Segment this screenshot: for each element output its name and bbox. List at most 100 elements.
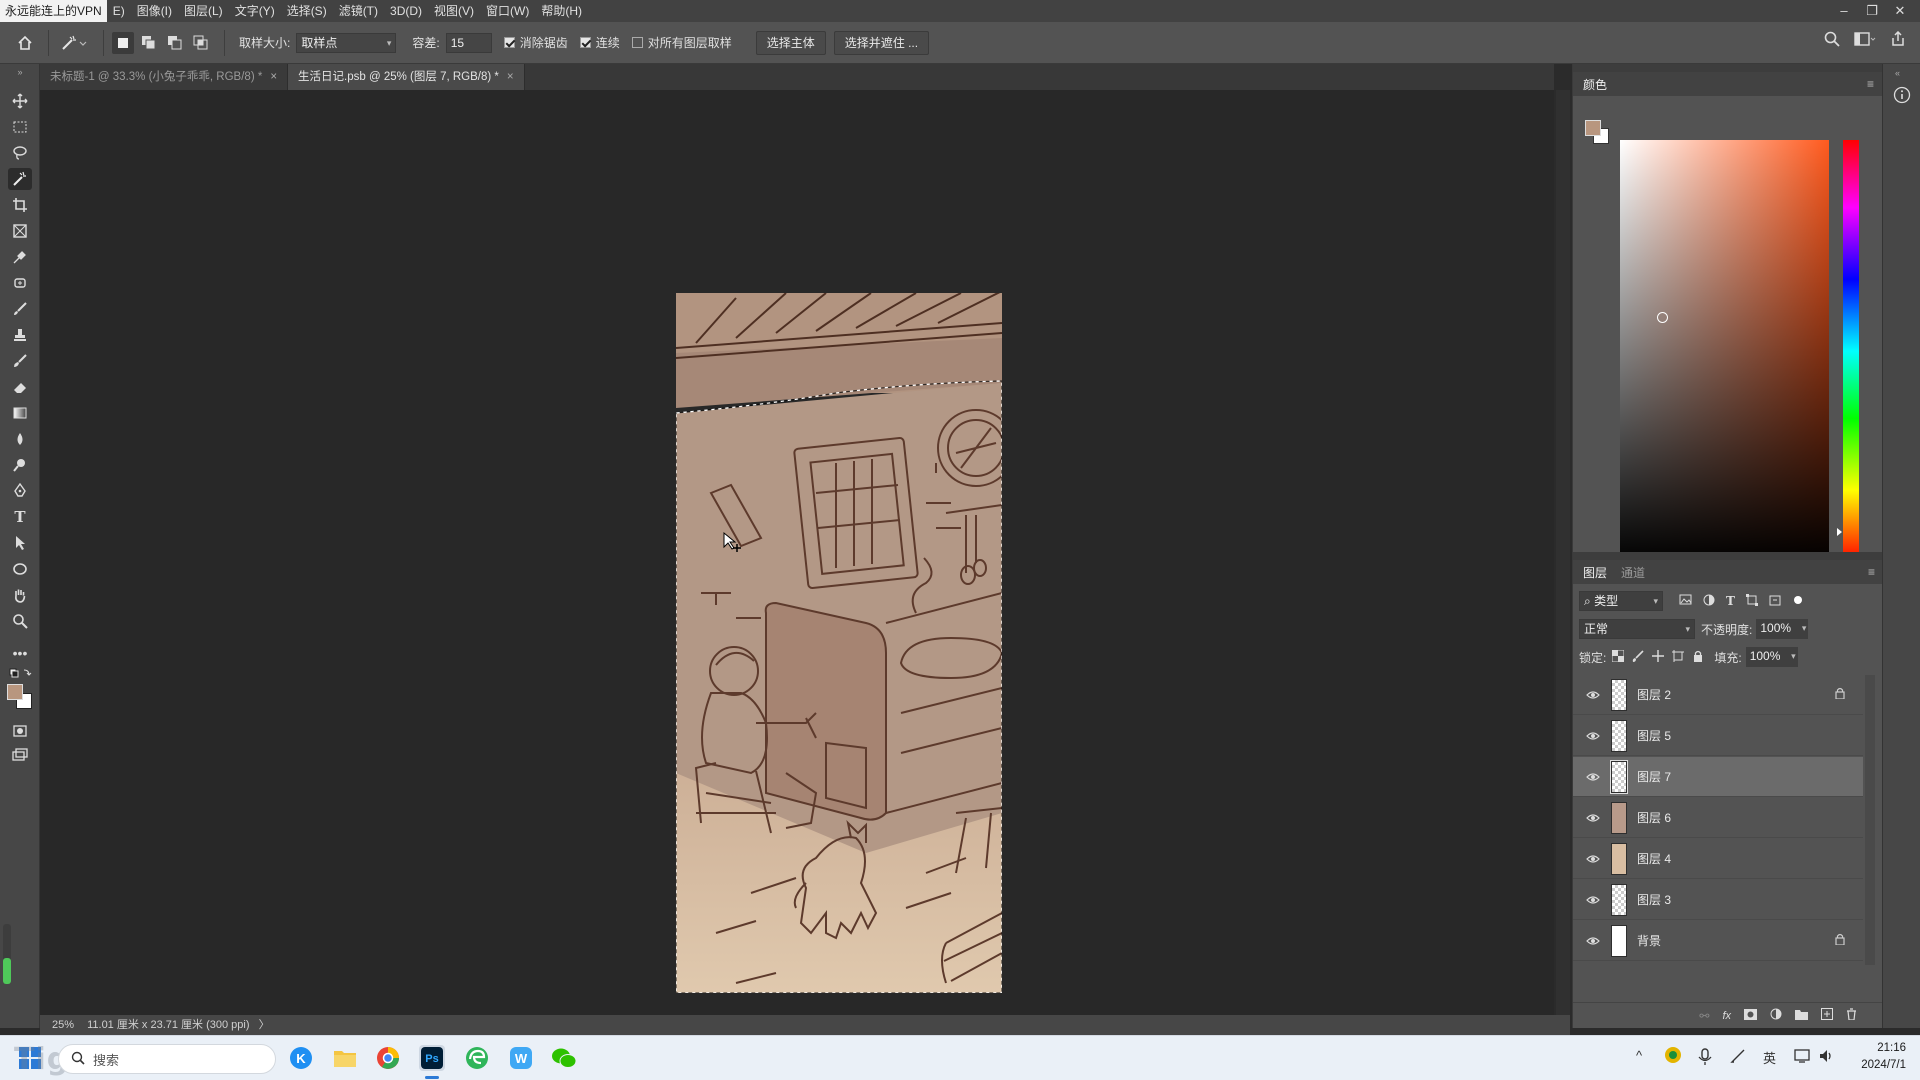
new-selection-icon[interactable] <box>112 31 134 54</box>
kugou-app-icon[interactable]: K <box>288 1045 314 1071</box>
hue-slider[interactable] <box>1837 140 1859 562</box>
type-filter-icon[interactable]: T <box>1726 594 1735 608</box>
healing-brush-icon[interactable] <box>8 272 32 294</box>
panel-menu-icon[interactable]: ≡ <box>1867 77 1874 91</box>
tab-life-diary[interactable]: 生活日记.psb @ 25% (图层 7, RGB/8) * × <box>288 64 525 90</box>
visibility-eye-icon[interactable] <box>1581 936 1605 946</box>
fill-input[interactable]: 100% ▾ <box>1745 647 1798 667</box>
panel-menu-icon[interactable]: ≡ <box>1868 565 1875 579</box>
file-explorer-icon[interactable] <box>332 1045 358 1071</box>
intersect-selection-icon[interactable] <box>190 32 212 54</box>
image-filter-icon[interactable] <box>1679 594 1692 608</box>
scroll-track[interactable] <box>3 924 11 984</box>
sample-size-select[interactable]: 取样点 ▾ <box>296 32 397 53</box>
minimize-icon[interactable]: – <box>1830 0 1858 22</box>
adjustment-filter-icon[interactable] <box>1703 594 1715 609</box>
tab-channels[interactable]: 通道 <box>1621 564 1645 581</box>
search-icon[interactable] <box>1824 31 1840 50</box>
frame-icon[interactable] <box>8 220 32 242</box>
delete-layer-icon[interactable] <box>1846 1008 1857 1023</box>
menu-window[interactable]: 窗口(W) <box>480 0 535 22</box>
document-canvas[interactable] <box>676 293 1002 993</box>
layer-row[interactable]: 图层 5 <box>1573 716 1863 756</box>
taskbar-search[interactable]: 搜索 <box>58 1044 276 1074</box>
new-layer-icon[interactable] <box>1821 1008 1833 1023</box>
eraser-icon[interactable] <box>8 376 32 398</box>
volume-icon[interactable] <box>1818 1048 1834 1067</box>
more-tools-icon[interactable]: ••• <box>8 642 32 664</box>
close-icon[interactable]: ✕ <box>1886 0 1914 22</box>
swap-colors-icon[interactable] <box>8 666 32 680</box>
eyedropper-icon[interactable] <box>8 246 32 268</box>
status-arrow-icon[interactable]: 〉 <box>259 1019 270 1031</box>
filter-toggle-icon[interactable] <box>1792 594 1804 609</box>
scroll-thumb[interactable] <box>3 958 11 984</box>
clone-stamp-icon[interactable] <box>8 324 32 346</box>
menu-image[interactable]: 图像(I) <box>131 0 178 22</box>
layer-thumbnail[interactable] <box>1611 719 1627 752</box>
adjustment-layer-icon[interactable] <box>1770 1008 1782 1023</box>
color-swatches[interactable] <box>7 684 33 710</box>
tab-untitled-1[interactable]: 未标题-1 @ 33.3% (小兔子乖乖, RGB/8) * × <box>40 64 289 90</box>
new-group-icon[interactable] <box>1795 1009 1808 1023</box>
visibility-eye-icon[interactable] <box>1581 895 1605 905</box>
lock-all-icon[interactable] <box>1692 650 1704 665</box>
menu-3d[interactable]: 3D(D) <box>384 0 428 22</box>
menu-select[interactable]: 选择(S) <box>281 0 333 22</box>
workspace-icon[interactable] <box>1854 31 1876 50</box>
share-icon[interactable] <box>1890 30 1906 50</box>
move-tool-icon[interactable] <box>8 90 32 112</box>
type-icon[interactable]: T <box>8 506 32 528</box>
lock-artboard-icon[interactable] <box>1672 649 1685 665</box>
blur-icon[interactable] <box>8 428 32 450</box>
visibility-eye-icon[interactable] <box>1581 772 1605 782</box>
menu-help[interactable]: 帮助(H) <box>535 0 588 22</box>
layer-thumbnail[interactable] <box>1611 924 1627 957</box>
layer-row[interactable]: 图层 2 <box>1573 675 1863 715</box>
edge-browser-icon[interactable] <box>464 1045 490 1071</box>
add-to-selection-icon[interactable] <box>138 32 160 54</box>
layer-row[interactable]: 图层 3 <box>1573 880 1863 920</box>
tab-layers[interactable]: 图层 <box>1583 564 1607 581</box>
layer-row[interactable]: 图层 4 <box>1573 839 1863 879</box>
tab-color[interactable]: 颜色 <box>1583 76 1607 93</box>
menu-filter[interactable]: 滤镜(T) <box>333 0 384 22</box>
antialias-checkbox[interactable]: 消除锯齿 <box>503 34 568 51</box>
layer-row[interactable]: 背景 <box>1573 921 1863 961</box>
ellipse-icon[interactable] <box>8 558 32 580</box>
magic-wand-icon[interactable] <box>8 168 32 190</box>
smart-object-filter-icon[interactable] <box>1769 594 1781 609</box>
hand-icon[interactable] <box>8 584 32 606</box>
pen-input-icon[interactable] <box>1730 1048 1746 1067</box>
home-icon[interactable] <box>14 32 36 54</box>
fg-bg-swatches[interactable] <box>1585 120 1609 144</box>
tab-close-icon[interactable]: × <box>507 71 514 83</box>
vertical-scrollbar[interactable] <box>1556 90 1570 1015</box>
layer-thumbnail[interactable] <box>1611 842 1627 875</box>
select-and-mask-button[interactable]: 选择并遮住 ... <box>833 30 930 55</box>
wechat-app-icon[interactable] <box>551 1045 577 1071</box>
color-picker-circle[interactable] <box>1657 312 1668 323</box>
tab-close-icon[interactable]: × <box>270 71 277 83</box>
tray-overflow-icon[interactable]: ^ <box>1636 1048 1642 1063</box>
menu-edit[interactable]: E) <box>107 0 131 22</box>
menu-type[interactable]: 文字(Y) <box>229 0 281 22</box>
layer-filter-kind[interactable]: ⌕ 类型 ▾ <box>1579 591 1663 611</box>
tolerance-input[interactable]: 15 <box>445 32 492 53</box>
crop-icon[interactable] <box>8 194 32 216</box>
menu-layer[interactable]: 图层(L) <box>178 0 229 22</box>
visibility-eye-icon[interactable] <box>1581 731 1605 741</box>
tray-app-icon[interactable] <box>1664 1046 1682 1067</box>
subtract-from-selection-icon[interactable] <box>164 32 186 54</box>
microphone-icon[interactable] <box>1698 1048 1712 1069</box>
system-clock[interactable]: 21:16 2024/7/1 <box>1861 1040 1906 1074</box>
history-brush-icon[interactable] <box>8 350 32 372</box>
photoshop-app-icon[interactable]: Ps <box>419 1045 445 1071</box>
path-selection-icon[interactable] <box>8 532 32 554</box>
menu-view[interactable]: 视图(V) <box>428 0 480 22</box>
contiguous-checkbox[interactable]: 连续 <box>579 34 620 51</box>
visibility-eye-icon[interactable] <box>1581 690 1605 700</box>
zoom-level[interactable]: 25% <box>52 1019 74 1031</box>
lasso-icon[interactable] <box>8 142 32 164</box>
brush-icon[interactable] <box>8 298 32 320</box>
